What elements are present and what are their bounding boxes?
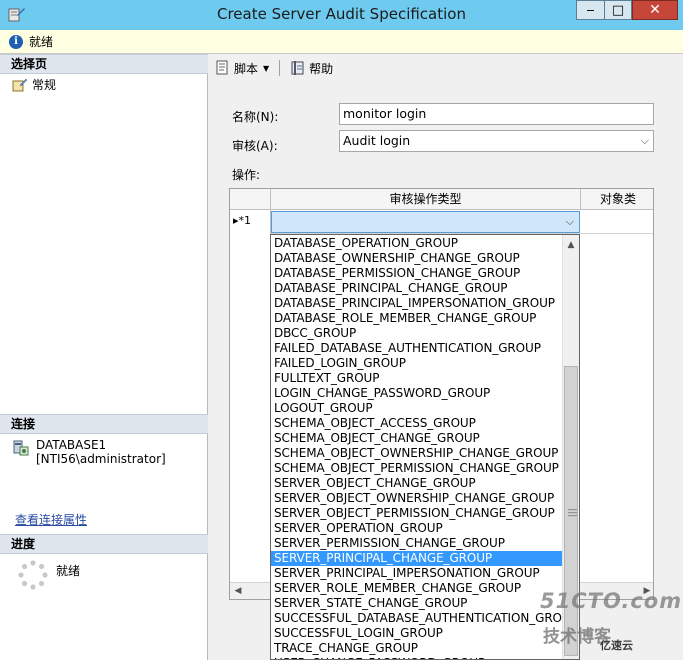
name-label: 名称(N): <box>232 110 279 124</box>
dropdown-option[interactable]: SUCCESSFUL_DATABASE_AUTHENTICATION_GROUP <box>271 611 562 626</box>
name-input[interactable]: monitor login <box>339 103 654 125</box>
dropdown-option[interactable]: SCHEMA_OBJECT_ACCESS_GROUP <box>271 416 562 431</box>
dropdown-option[interactable]: DATABASE_PRINCIPAL_CHANGE_GROUP <box>271 281 562 296</box>
dropdown-option[interactable]: SUCCESSFUL_LOGIN_GROUP <box>271 626 562 641</box>
audit-select-value: Audit login <box>343 133 411 148</box>
dropdown-option[interactable]: SERVER_PERMISSION_CHANGE_GROUP <box>271 536 562 551</box>
watermark-site: 亿速云 <box>600 639 633 652</box>
scroll-left-icon[interactable]: ◀ <box>230 583 246 599</box>
close-button[interactable]: ✕ <box>632 0 678 20</box>
dropdown-option[interactable]: FAILED_LOGIN_GROUP <box>271 356 562 371</box>
help-label: 帮助 <box>309 61 334 76</box>
dropdown-option[interactable]: SCHEMA_OBJECT_PERMISSION_CHANGE_GROUP <box>271 461 562 476</box>
dropdown-option[interactable]: SERVER_OPERATION_GROUP <box>271 521 562 536</box>
server-icon <box>13 440 29 456</box>
dropdown-option[interactable]: DBCC_GROUP <box>271 326 562 341</box>
connection-info: DATABASE1 [NTI56\administrator] <box>12 438 166 466</box>
audit-label: 审核(A): <box>232 139 278 153</box>
connection-server: DATABASE1 <box>36 438 107 452</box>
connection-user: [NTI56\administrator] <box>36 452 166 466</box>
action-type-select[interactable]: ⌵ <box>271 211 580 233</box>
left-pane: 选择页 常规 连接 DATABASE1 [NTI56\administrator… <box>0 54 208 660</box>
page-item-general[interactable]: 常规 <box>12 76 56 93</box>
actions-label: 操作: <box>232 168 261 182</box>
table-row: ▸*1 ⌵ <box>230 210 653 234</box>
status-text: 就绪 <box>29 35 54 49</box>
dropdown-option[interactable]: USER_CHANGE_PASSWORD_GROUP <box>271 656 562 659</box>
page-item-label: 常规 <box>32 78 57 92</box>
dropdown-option[interactable]: TRACE_CHANGE_GROUP <box>271 641 562 656</box>
minimize-button[interactable]: ‒ <box>576 0 604 20</box>
info-icon: i <box>9 34 23 49</box>
help-icon <box>291 61 304 75</box>
dropdown-option[interactable]: FULLTEXT_GROUP <box>271 371 562 386</box>
chevron-down-icon[interactable]: ⌵ <box>566 215 574 229</box>
dropdown-option[interactable]: SERVER_OBJECT_OWNERSHIP_CHANGE_GROUP <box>271 491 562 506</box>
dropdown-option[interactable]: SCHEMA_OBJECT_CHANGE_GROUP <box>271 431 562 446</box>
help-button[interactable]: 帮助 <box>287 58 336 79</box>
connection-header: 连接 <box>0 414 208 434</box>
dropdown-option[interactable]: DATABASE_PRINCIPAL_IMPERSONATION_GROUP <box>271 296 562 311</box>
dropdown-option[interactable]: SCHEMA_OBJECT_OWNERSHIP_CHANGE_GROUP <box>271 446 562 461</box>
scroll-up-icon[interactable]: ▲ <box>563 236 579 253</box>
dropdown-option[interactable]: LOGIN_CHANGE_PASSWORD_GROUP <box>271 386 562 401</box>
grip-icon: ― ― ― <box>568 505 577 521</box>
title-bar: Create Server Audit Specification ‒ □ ✕ <box>0 0 683 30</box>
chevron-down-icon[interactable]: ▼ <box>263 64 269 73</box>
script-button[interactable]: 脚本 ▼ <box>212 58 272 79</box>
column-header-object-class[interactable]: 对象类 <box>581 189 653 210</box>
audit-select[interactable]: Audit login ⌵ <box>339 130 654 152</box>
toolbar-separator <box>279 60 281 76</box>
dropdown-option[interactable]: DATABASE_ROLE_MEMBER_CHANGE_GROUP <box>271 311 562 326</box>
dropdown-option[interactable]: DATABASE_OWNERSHIP_CHANGE_GROUP <box>271 251 562 266</box>
chevron-down-icon[interactable]: ⌵ <box>641 134 649 148</box>
grid-header: 审核操作类型 对象类 <box>230 189 653 210</box>
maximize-button[interactable]: □ <box>604 0 632 20</box>
dropdown-option[interactable]: SERVER_PRINCIPAL_CHANGE_GROUP <box>271 551 562 566</box>
column-header-action-type[interactable]: 审核操作类型 <box>271 189 581 210</box>
script-icon <box>216 60 228 75</box>
row-header[interactable]: ▸*1 <box>230 210 271 234</box>
dropdown-option[interactable]: LOGOUT_GROUP <box>271 401 562 416</box>
object-class-cell[interactable] <box>581 210 653 234</box>
action-type-dropdown[interactable]: DATABASE_OPERATION_GROUP DATABASE_OWNERSH… <box>270 234 580 660</box>
select-page-header: 选择页 <box>0 54 208 74</box>
dropdown-option[interactable]: SERVER_OBJECT_PERMISSION_CHANGE_GROUP <box>271 506 562 521</box>
dropdown-option[interactable]: DATABASE_OPERATION_GROUP <box>271 236 562 251</box>
progress-text: 就绪 <box>56 564 81 578</box>
dropdown-option[interactable]: SERVER_ROLE_MEMBER_CHANGE_GROUP <box>271 581 562 596</box>
status-bar: i 就绪 <box>0 30 683 54</box>
page-icon <box>12 78 28 91</box>
toolbar: 脚本 ▼ 帮助 <box>209 54 683 82</box>
view-connection-properties-link[interactable]: 查看连接属性 <box>15 511 87 528</box>
grid-corner <box>230 189 271 210</box>
progress-spinner-icon <box>18 560 48 590</box>
dropdown-option[interactable]: SERVER_STATE_CHANGE_GROUP <box>271 596 562 611</box>
dropdown-option[interactable]: SERVER_OBJECT_CHANGE_GROUP <box>271 476 562 491</box>
dropdown-option[interactable]: FAILED_DATABASE_AUTHENTICATION_GROUP <box>271 341 562 356</box>
progress-header: 进度 <box>0 534 208 554</box>
dropdown-option[interactable]: SERVER_PRINCIPAL_IMPERSONATION_GROUP <box>271 566 562 581</box>
watermark-logo: 51CTO.com <box>540 589 683 613</box>
script-label: 脚本 <box>234 61 259 76</box>
dropdown-option[interactable]: DATABASE_PERMISSION_CHANGE_GROUP <box>271 266 562 281</box>
